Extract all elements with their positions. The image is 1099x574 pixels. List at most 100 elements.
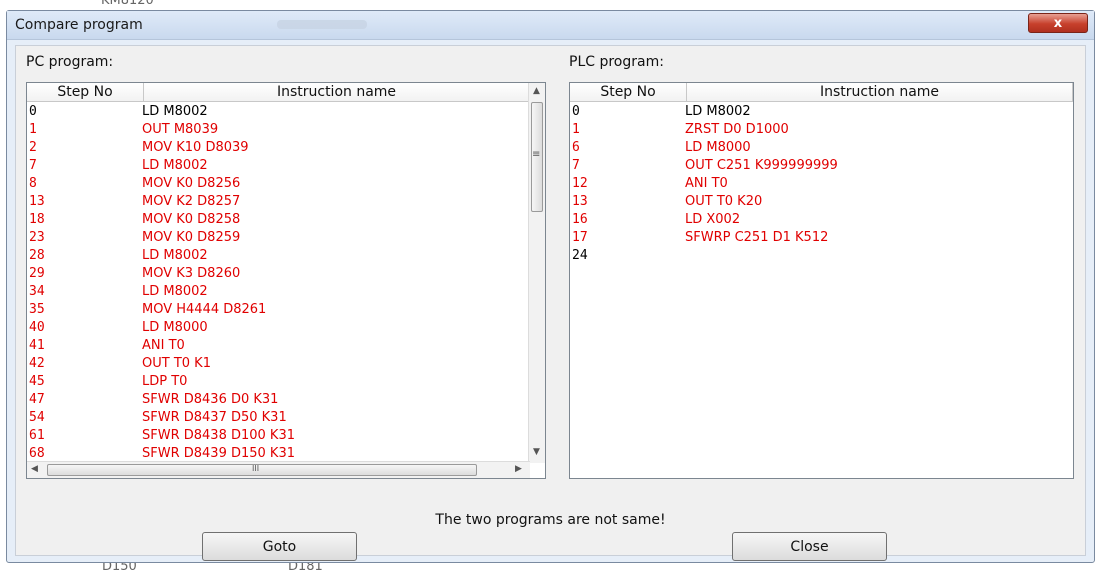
plc-program-list[interactable]: Step No Instruction name 0 LD M8002 1 ZRST … — [569, 82, 1074, 479]
table-row[interactable]: 47 SFWR D8436 D0 K31 — [27, 391, 545, 409]
step-number: 13 — [29, 194, 45, 209]
close-icon: x — [1053, 16, 1063, 31]
pc-horizontal-scrollbar[interactable]: ◀ III ▶ — [27, 461, 530, 478]
scroll-up-icon[interactable]: ▲ — [533, 86, 540, 96]
table-row[interactable]: 0 LD M8002 — [570, 103, 1073, 121]
table-row[interactable]: 40 LD M8000 — [27, 319, 545, 337]
background-text: KM8120 — [101, 0, 154, 8]
instruction-name: SFWR D8438 D100 K31 — [142, 428, 295, 443]
instruction-name: MOV K0 D8258 — [142, 212, 241, 227]
instruction-name: LD M8002 — [685, 104, 751, 119]
pc-column-header-step[interactable]: Step No — [27, 83, 144, 102]
scroll-right-icon[interactable]: ▶ — [515, 464, 522, 474]
instruction-name: LD M8002 — [142, 104, 208, 119]
plc-program-label: PLC program: — [569, 54, 664, 70]
instruction-name: ANI T0 — [685, 176, 728, 191]
pc-horizontal-scroll-thumb[interactable]: III — [47, 464, 477, 476]
pc-column-header-instruction[interactable]: Instruction name — [144, 83, 530, 102]
table-row[interactable]: 7 OUT C251 K999999999 — [570, 157, 1073, 175]
step-number: 7 — [29, 158, 37, 173]
step-number: 41 — [29, 338, 45, 353]
instruction-name: OUT M8039 — [142, 122, 219, 137]
close-button[interactable]: Close — [732, 532, 887, 561]
window-close-button[interactable]: x — [1028, 13, 1088, 33]
instruction-name: OUT C251 K999999999 — [685, 158, 838, 173]
table-row[interactable]: 1 ZRST D0 D1000 — [570, 121, 1073, 139]
table-row[interactable]: 42 OUT T0 K1 — [27, 355, 545, 373]
table-row[interactable]: 12 ANI T0 — [570, 175, 1073, 193]
plc-column-header-instruction[interactable]: Instruction name — [687, 83, 1073, 102]
step-number: 45 — [29, 374, 45, 389]
instruction-name: LD M8002 — [142, 248, 208, 263]
dialog-body: PC program: Step No Instruction name 0 LD… — [15, 45, 1086, 561]
goto-button[interactable]: Goto — [202, 532, 357, 561]
step-number: 1 — [572, 122, 580, 137]
table-row[interactable]: 1 OUT M8039 — [27, 121, 545, 139]
table-row[interactable]: 29 MOV K3 D8260 — [27, 265, 545, 283]
instruction-name: LD M8002 — [142, 158, 208, 173]
instruction-name: MOV K0 D8259 — [142, 230, 241, 245]
comparison-status-message: The two programs are not same! — [435, 512, 666, 528]
instruction-name: LDP T0 — [142, 374, 188, 389]
step-number: 34 — [29, 284, 45, 299]
instruction-name: LD M8000 — [142, 320, 208, 335]
step-number: 47 — [29, 392, 45, 407]
instruction-name: ZRST D0 D1000 — [685, 122, 789, 137]
instruction-name: OUT T0 K1 — [142, 356, 211, 371]
step-number: 24 — [572, 248, 588, 263]
table-row[interactable]: 13 OUT T0 K20 — [570, 193, 1073, 211]
table-row[interactable]: 7 LD M8002 — [27, 157, 545, 175]
instruction-name: SFWR D8437 D50 K31 — [142, 410, 287, 425]
step-number: 0 — [29, 104, 37, 119]
table-row[interactable]: 18 MOV K0 D8258 — [27, 211, 545, 229]
step-number: 40 — [29, 320, 45, 335]
step-number: 13 — [572, 194, 588, 209]
step-number: 42 — [29, 356, 45, 371]
instruction-name: SFWRP C251 D1 K512 — [685, 230, 829, 245]
pc-vertical-scrollbar[interactable]: ▲ ≡ ▼ — [528, 83, 545, 463]
step-number: 0 — [572, 104, 580, 119]
table-row[interactable]: 28 LD M8002 — [27, 247, 545, 265]
step-number: 1 — [29, 122, 37, 137]
instruction-name: ANI T0 — [142, 338, 185, 353]
table-row[interactable]: 45 LDP T0 — [27, 373, 545, 391]
table-row[interactable]: 6 LD M8000 — [570, 139, 1073, 157]
step-number: 61 — [29, 428, 45, 443]
table-row[interactable]: 54 SFWR D8437 D50 K31 — [27, 409, 545, 427]
table-row[interactable]: 2 MOV K10 D8039 — [27, 139, 545, 157]
window-title: Compare program — [15, 17, 143, 33]
table-row[interactable]: 8 MOV K0 D8256 — [27, 175, 545, 193]
table-row[interactable]: 24 — [570, 247, 1073, 265]
table-row[interactable]: 61 SFWR D8438 D100 K31 — [27, 427, 545, 445]
step-number: 18 — [29, 212, 45, 227]
instruction-name: MOV K0 D8256 — [142, 176, 241, 191]
step-number: 54 — [29, 410, 45, 425]
compare-program-dialog: Compare program x PC program: Step No In… — [6, 10, 1095, 563]
step-number: 29 — [29, 266, 45, 281]
table-row[interactable]: 0 LD M8002 — [27, 103, 545, 121]
step-number: 35 — [29, 302, 45, 317]
instruction-name: MOV K10 D8039 — [142, 140, 249, 155]
scroll-left-icon[interactable]: ◀ — [31, 464, 38, 474]
plc-column-header-step[interactable]: Step No — [570, 83, 687, 102]
table-row[interactable]: 23 MOV K0 D8259 — [27, 229, 545, 247]
title-blur — [277, 20, 367, 29]
table-row[interactable]: 34 LD M8002 — [27, 283, 545, 301]
pc-program-label: PC program: — [26, 54, 114, 70]
instruction-name: MOV K3 D8260 — [142, 266, 241, 281]
table-row[interactable]: 13 MOV K2 D8257 — [27, 193, 545, 211]
pc-program-list[interactable]: Step No Instruction name 0 LD M8002 1 OUT M… — [26, 82, 546, 479]
step-number: 17 — [572, 230, 588, 245]
table-row[interactable]: 17 SFWRP C251 D1 K512 — [570, 229, 1073, 247]
title-bar[interactable]: Compare program x — [7, 11, 1094, 40]
pc-vertical-scroll-thumb[interactable]: ≡ — [531, 102, 543, 212]
hgrip-icon: III — [252, 464, 260, 473]
table-row[interactable]: 41 ANI T0 — [27, 337, 545, 355]
step-number: 7 — [572, 158, 580, 173]
instruction-name: MOV H4444 D8261 — [142, 302, 267, 317]
table-row[interactable]: 16 LD X002 — [570, 211, 1073, 229]
instruction-name: LD M8000 — [685, 140, 751, 155]
scroll-down-icon[interactable]: ▼ — [533, 447, 540, 457]
instruction-name: OUT T0 K20 — [685, 194, 763, 209]
table-row[interactable]: 35 MOV H4444 D8261 — [27, 301, 545, 319]
